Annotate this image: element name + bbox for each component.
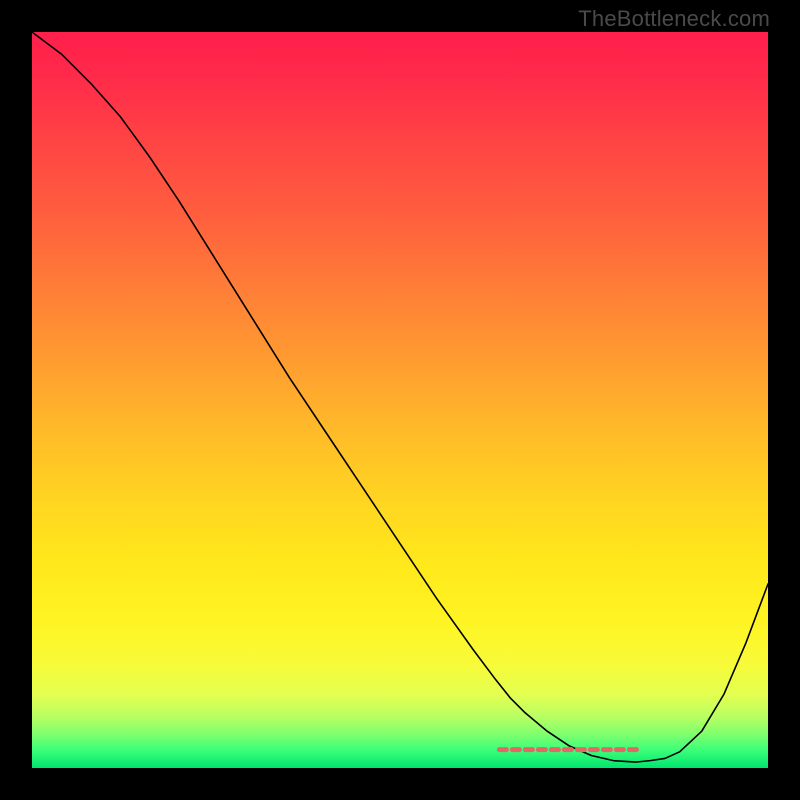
- chart-svg: [32, 32, 768, 768]
- gradient-background: [32, 32, 768, 768]
- watermark-text: TheBottleneck.com: [578, 6, 770, 32]
- chart-container: TheBottleneck.com: [0, 0, 800, 800]
- plot-area: [32, 32, 768, 768]
